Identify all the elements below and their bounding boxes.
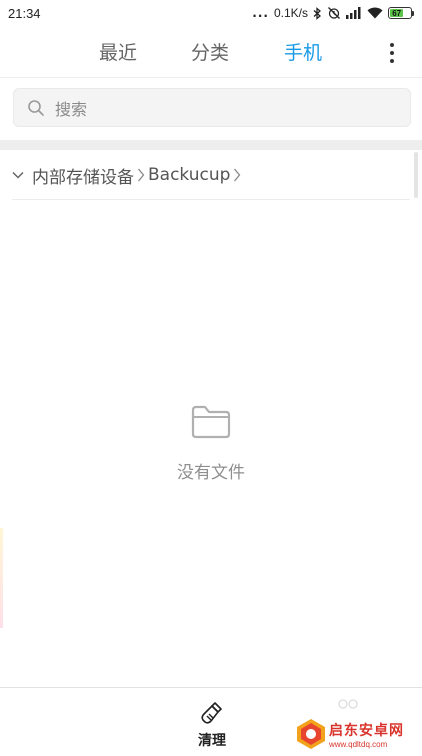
bluetooth-icon [313,6,322,20]
clean-label: 清理 [198,733,226,749]
chevron-right-icon [137,167,145,183]
search-icon [27,99,45,117]
breadcrumb-scrollbar[interactable] [414,152,418,198]
tab-category[interactable]: 分类 [191,38,229,65]
brush-icon [201,702,222,724]
notification-dots: ... [252,6,269,20]
more-dot-icon [390,43,394,47]
status-bar: 21:34 ... 0.1K/s 67 [0,0,422,26]
collapse-toggle-button[interactable] [4,150,32,200]
empty-message: 没有文件 [177,463,245,483]
tab-recent[interactable]: 最近 [99,38,137,65]
search-input[interactable]: 搜索 [13,88,411,127]
alarm-muted-icon [327,6,341,20]
wifi-icon [367,7,383,19]
more-dot-icon [390,59,394,63]
watermark-logo-icon [297,719,325,749]
empty-state: 没有文件 [0,404,422,483]
search-placeholder: 搜索 [55,99,88,119]
chevron-right-icon [233,167,241,183]
clean-button[interactable]: 清理 [190,700,234,750]
section-divider [0,140,422,150]
status-time: 21:34 [8,5,41,21]
battery-level: 67 [390,9,404,18]
tab-bar: 最近 分类 手机 [0,26,422,78]
signal-icon [346,7,362,19]
chevron-down-icon [12,171,24,179]
folder-icon [191,405,231,439]
more-dot-icon [390,51,394,55]
more-options-button[interactable] [382,40,402,66]
glasses-icon [338,699,358,709]
breadcrumb-item-folder[interactable]: Backucup [148,165,230,185]
watermark: 启东安卓网 www.qdltdq.com [296,718,404,750]
breadcrumb-item-internal-storage[interactable]: 内部存储设备 [32,163,134,188]
battery-icon: 67 [388,7,414,19]
breadcrumb: 内部存储设备 Backucup [0,150,422,200]
watermark-title: 启东安卓网 [329,722,404,739]
status-icons: ... 0.1K/s 67 [252,6,414,20]
network-speed: 0.1K/s [273,6,308,20]
tab-phone[interactable]: 手机 [284,38,322,65]
watermark-url: www.qdltdq.com [329,739,388,749]
edge-strip [0,528,3,628]
